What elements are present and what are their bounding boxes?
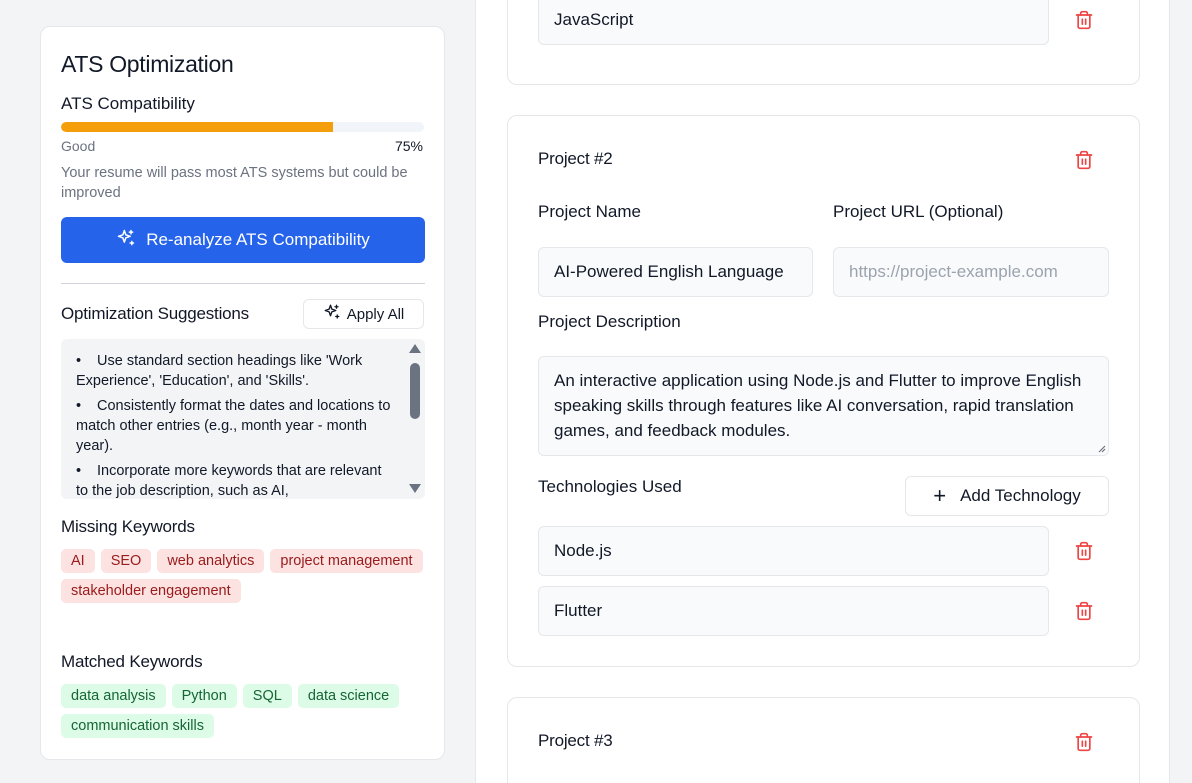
technology-input[interactable]: Node.js xyxy=(538,526,1049,576)
missing-keywords-tags: AI SEO web analytics project management … xyxy=(61,549,426,603)
ats-score-percent: 75% xyxy=(394,138,423,154)
matched-keyword-tag: Python xyxy=(171,684,237,708)
matched-keyword-tag: communication skills xyxy=(61,714,214,738)
sparkles-icon xyxy=(116,228,136,253)
matched-keywords-tags: data analysis Python SQL data science co… xyxy=(61,684,426,738)
ats-score-progress-bar xyxy=(61,122,424,132)
project-description-text: An interactive application using Node.js… xyxy=(554,371,1082,440)
apply-all-button-label: Apply All xyxy=(346,305,405,323)
matched-keywords-title: Matched Keywords xyxy=(61,652,203,671)
project-name-input[interactable]: AI-Powered English Language xyxy=(538,247,813,297)
matched-keyword-tag: data science xyxy=(297,684,400,708)
scroll-down-arrow-icon[interactable] xyxy=(409,484,421,493)
trash-icon[interactable] xyxy=(1074,541,1094,561)
scroll-up-arrow-icon[interactable] xyxy=(409,344,421,353)
add-technology-button[interactable]: + Add Technology xyxy=(905,476,1109,516)
project-card-3: Project #3 xyxy=(507,697,1140,783)
project-card-2: Project #2 Project Name Project URL (Opt… xyxy=(507,115,1140,667)
trash-icon[interactable] xyxy=(1074,10,1094,30)
suggestion-item: • Use standard section headings like 'Wor… xyxy=(76,353,363,389)
trash-icon[interactable] xyxy=(1074,732,1094,752)
ats-compatibility-label: ATS Compatibility xyxy=(61,94,195,113)
suggestion-item: • Consistently format the dates and locat… xyxy=(76,398,391,454)
technology-input[interactable]: Flutter xyxy=(538,586,1049,636)
ats-optimization-panel: ATS Optimization ATS Compatibility Good … xyxy=(40,26,445,760)
scroll-thumb[interactable] xyxy=(410,363,420,419)
resize-grip-icon[interactable] xyxy=(1096,443,1106,453)
trash-icon[interactable] xyxy=(1074,150,1094,170)
plus-icon: + xyxy=(933,483,947,508)
technology-input[interactable]: JavaScript xyxy=(538,0,1049,45)
reanalyze-ats-button-label: Re-analyze ATS Compatibility xyxy=(146,230,370,249)
project-card-previous: JavaScript xyxy=(507,0,1140,85)
missing-keyword-tag: web analytics xyxy=(157,549,265,573)
matched-keyword-tag: data analysis xyxy=(61,684,166,708)
ats-score-message: Your resume will pass most ATS systems b… xyxy=(61,165,408,201)
add-technology-button-label: Add Technology xyxy=(960,486,1081,505)
sparkles-icon xyxy=(323,303,341,325)
project-2-heading: Project #2 xyxy=(538,149,613,168)
section-divider xyxy=(61,283,425,284)
suggestions-list: • Use standard section headings like 'Wor… xyxy=(76,351,391,499)
project-3-heading: Project #3 xyxy=(538,731,613,750)
missing-keyword-tag: project management xyxy=(270,549,423,573)
technologies-used-label: Technologies Used xyxy=(538,477,682,496)
apply-all-button[interactable]: Apply All xyxy=(303,299,424,329)
missing-keyword-tag: AI xyxy=(61,549,95,573)
ats-score-status: Good xyxy=(61,138,96,154)
project-name-label: Project Name xyxy=(538,202,641,221)
matched-keyword-tag: SQL xyxy=(242,684,292,708)
suggestions-scrollbar[interactable] xyxy=(405,339,425,499)
ats-panel-title: ATS Optimization xyxy=(61,51,234,77)
resume-builder-page: ATS Optimization ATS Compatibility Good … xyxy=(0,0,1192,783)
missing-keyword-tag: SEO xyxy=(100,549,152,573)
project-description-label: Project Description xyxy=(538,312,681,331)
project-url-label: Project URL (Optional) xyxy=(833,202,1004,221)
missing-keyword-tag: stakeholder engagement xyxy=(61,579,241,603)
trash-icon[interactable] xyxy=(1074,601,1094,621)
project-description-textarea[interactable]: An interactive application using Node.js… xyxy=(538,356,1109,456)
project-url-input[interactable]: https://project-example.com xyxy=(833,247,1109,297)
reanalyze-ats-button[interactable]: Re-analyze ATS Compatibility xyxy=(61,217,425,263)
ats-score-progress-fill xyxy=(61,122,334,132)
suggestion-item: • Incorporate more keywords that are rele… xyxy=(76,463,382,499)
optimization-suggestions-title: Optimization Suggestions xyxy=(61,304,249,323)
missing-keywords-title: Missing Keywords xyxy=(61,517,195,536)
projects-section: JavaScript Project #2 Project Name Proje… xyxy=(475,0,1170,783)
suggestions-list-box[interactable]: • Use standard section headings like 'Wor… xyxy=(61,339,405,499)
